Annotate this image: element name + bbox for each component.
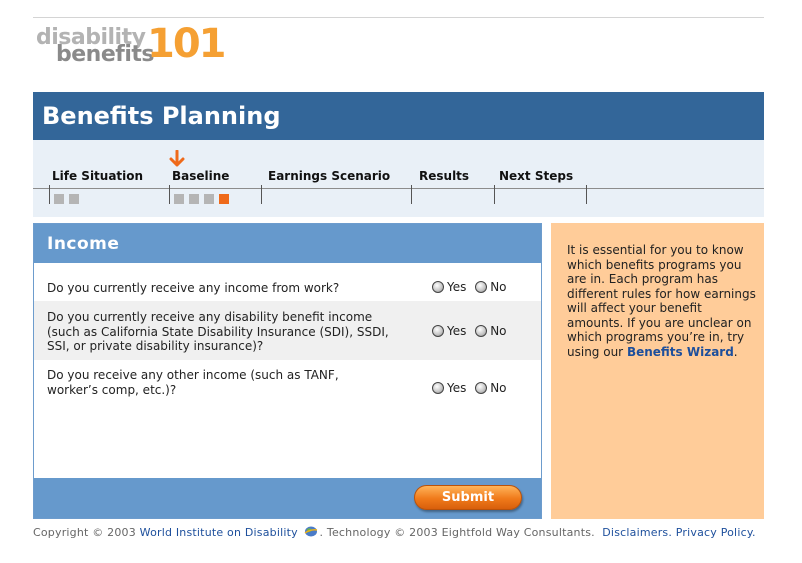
no-label: No <box>490 324 507 338</box>
question-row: Do you receive any other income (such as… <box>34 360 541 410</box>
disclaimers-link[interactable]: Disclaimers. <box>602 526 672 539</box>
world-institute-link[interactable]: World Institute on Disability <box>140 526 298 539</box>
page-title: Benefits Planning <box>42 102 281 130</box>
step-tick <box>169 185 170 204</box>
question-row: Do you currently receive any disability … <box>34 301 541 360</box>
step-tick <box>494 185 495 204</box>
no-label: No <box>490 280 507 294</box>
step-tick <box>411 185 412 204</box>
step-progress-square <box>189 194 199 204</box>
disability-income-no[interactable]: No <box>475 324 507 338</box>
no-label: No <box>490 381 507 395</box>
income-header: Income <box>34 224 541 263</box>
step-tick <box>586 185 587 204</box>
other-income-yes[interactable]: Yes <box>432 381 466 395</box>
logo-number: 101 <box>147 21 226 67</box>
step-progress-square <box>54 194 64 204</box>
top-divider <box>33 17 764 18</box>
progress-steps: Life Situation Baseline Earnings Scenari… <box>33 140 764 217</box>
step-tick <box>49 185 50 204</box>
submit-button[interactable]: Submit <box>414 485 522 510</box>
radio-icon[interactable] <box>475 382 488 394</box>
page-footer: Copyright © 2003 World Institute on Disa… <box>33 526 773 539</box>
yes-label: Yes <box>447 280 467 294</box>
radio-icon[interactable] <box>475 281 488 293</box>
step-tick <box>261 185 262 204</box>
step-progress-square <box>174 194 184 204</box>
step-next-steps: Next Steps <box>499 169 574 183</box>
help-text: It is essential for you to know which be… <box>567 243 757 359</box>
question-text: Do you currently receive any disability … <box>47 310 389 353</box>
question-row: Do you currently receive any income from… <box>34 263 541 301</box>
step-results: Results <box>419 169 470 183</box>
page-header: Benefits Planning <box>33 92 764 140</box>
income-footer: Submit <box>34 478 541 518</box>
yes-label: Yes <box>447 324 467 338</box>
income-panel: Income Do you currently receive any inco… <box>33 223 542 519</box>
disability-income-yes[interactable]: Yes <box>432 324 466 338</box>
help-panel: It is essential for you to know which be… <box>551 223 764 519</box>
question-text: Do you currently receive any income from… <box>47 281 340 295</box>
step-life-situation: Life Situation <box>52 169 144 183</box>
radio-icon[interactable] <box>432 281 444 293</box>
work-income-yes[interactable]: Yes <box>432 280 466 294</box>
step-earnings-scenario: Earnings Scenario <box>268 169 391 183</box>
benefits-wizard-link[interactable]: Benefits Wizard <box>627 345 734 359</box>
yes-label: Yes <box>447 381 467 395</box>
help-body: It is essential for you to know which be… <box>567 243 756 359</box>
work-income-no[interactable]: No <box>475 280 507 294</box>
copyright-text: Copyright © 2003 <box>33 526 136 539</box>
radio-icon[interactable] <box>432 325 444 337</box>
logo-word-benefits: benefits <box>56 42 154 67</box>
technology-credit: . Technology © 2003 Eightfold Way Consul… <box>319 526 595 539</box>
current-step-arrow-icon <box>169 150 185 167</box>
step-progress-square-current <box>219 194 229 204</box>
help-suffix: . <box>733 344 738 359</box>
step-progress-square <box>204 194 214 204</box>
other-income-no[interactable]: No <box>475 381 507 395</box>
step-baseline: Baseline <box>172 169 230 183</box>
question-text: Do you receive any other income (such as… <box>47 368 339 397</box>
disability-benefits-101-logo[interactable]: disability benefits 101 <box>36 24 226 68</box>
radio-icon[interactable] <box>432 382 444 394</box>
privacy-policy-link[interactable]: Privacy Policy. <box>676 526 756 539</box>
income-title: Income <box>47 234 120 254</box>
step-progress-square <box>69 194 79 204</box>
steps-rule <box>33 188 764 189</box>
globe-icon <box>304 526 317 537</box>
radio-icon[interactable] <box>475 325 488 337</box>
